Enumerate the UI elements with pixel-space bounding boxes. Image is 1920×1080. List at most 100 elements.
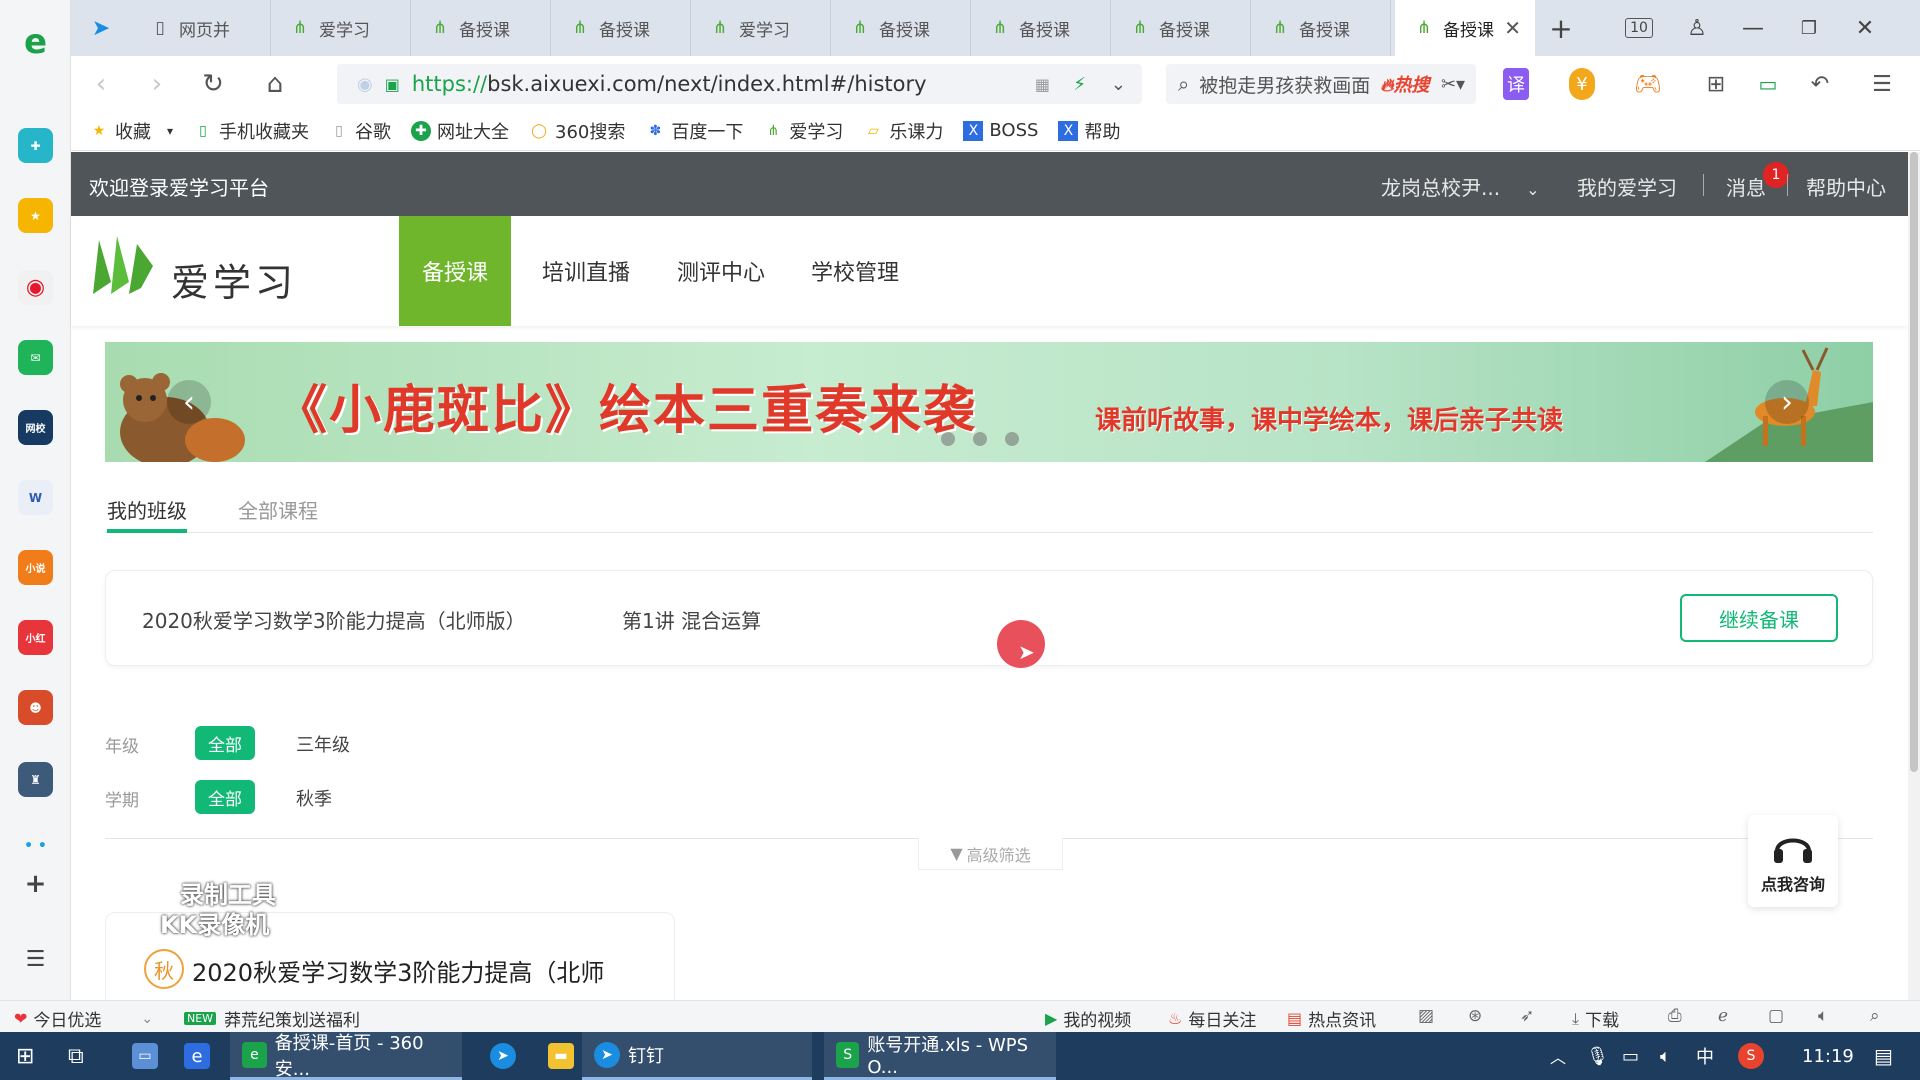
scissors-icon[interactable]: ✂▾ — [1436, 68, 1470, 100]
daily-follow[interactable]: ♨ 每日关注 — [1168, 1006, 1256, 1031]
word-doc-icon[interactable]: W — [18, 480, 53, 515]
windows-start-icon[interactable]: ⊞ — [4, 1032, 46, 1080]
nav-assessment-center[interactable]: 测评中心 — [661, 216, 781, 326]
bookmark-boss[interactable]: X BOSS — [963, 120, 1038, 141]
browser-tab[interactable]: ⋔ 备授课 — [1111, 0, 1251, 56]
browser-tab[interactable]: ⋔ 爱学习 — [691, 0, 831, 56]
new-tab-icon[interactable]: + — [1541, 10, 1581, 46]
advanced-filter-button[interactable]: ▼ 高级筛选 — [918, 838, 1063, 870]
novel-app-icon[interactable]: 小说 — [18, 550, 53, 585]
nav-training-live[interactable]: 培训直播 — [521, 216, 651, 326]
today-picks[interactable]: ❤ 今日优选 ⌄ — [14, 1006, 153, 1031]
browser-tab[interactable]: ⋔ 备授课 — [551, 0, 691, 56]
browser-tab[interactable]: ⋔ 备授课 — [831, 0, 971, 56]
ie-mode-icon[interactable]: ℯ — [1718, 1006, 1728, 1026]
taskbar-360-browser[interactable]: e 备授课-首页 - 360安... — [230, 1032, 462, 1080]
rocket-icon[interactable]: ➶ — [1520, 1006, 1534, 1026]
grade-all-pill[interactable]: 全部 — [195, 726, 255, 760]
tab-all-courses[interactable]: 全部课程 — [238, 495, 318, 524]
address-bar[interactable]: ◉ ▣ https://bsk.aixuexi.com/next/index.h… — [337, 64, 1142, 104]
browser-tab[interactable]: ⋔ 爱学习 — [271, 0, 411, 56]
back-icon[interactable]: ‹ — [83, 66, 119, 102]
chevron-down-icon[interactable]: ⌄ — [1111, 74, 1126, 95]
term-all-pill[interactable]: 全部 — [195, 780, 255, 814]
compass-icon[interactable]: ➤ — [81, 10, 121, 46]
favorites-star-icon[interactable]: ★ — [18, 198, 53, 233]
ie-browser-icon[interactable]: e — [172, 1032, 230, 1080]
grid-apps-icon[interactable]: ⊞ — [1699, 68, 1733, 100]
close-window-icon[interactable]: ✕ — [1845, 10, 1885, 46]
carousel-dot[interactable] — [973, 432, 987, 446]
zoom-icon[interactable]: ⌕ — [1870, 1006, 1880, 1026]
dingtalk-icon[interactable]: ➤ — [478, 1032, 536, 1080]
speedup-icon[interactable]: ⊛ — [1468, 1006, 1482, 1026]
user-menu[interactable]: 龙岗总校尹... ⌄ — [1381, 172, 1539, 201]
gamepad-icon[interactable]: 🎮︎ — [1631, 68, 1665, 100]
speed-mode-icon[interactable]: ⚡ — [1073, 74, 1086, 95]
taskbar-wps[interactable]: S 账号开通.xls - WPS O... — [824, 1032, 1056, 1080]
qr-code-icon[interactable]: ▦ — [1035, 75, 1050, 94]
list-menu-icon[interactable]: ☰ — [18, 942, 53, 977]
browser-logo-icon[interactable]: e — [18, 22, 53, 62]
volume-icon[interactable]: 🔈︎ — [1818, 1006, 1828, 1026]
tab-my-classes[interactable]: 我的班级 — [107, 495, 187, 524]
home-icon[interactable]: ⌂ — [257, 66, 293, 102]
page-scrollbar[interactable] — [1908, 152, 1920, 1032]
help-center-link[interactable]: 帮助中心 — [1806, 172, 1886, 201]
banner-next-icon[interactable]: › — [1765, 380, 1809, 424]
bookmark-aixuexi[interactable]: ⋔ 爱学习 — [763, 118, 844, 144]
sidebar-app-icon[interactable]: ✚ — [18, 128, 53, 163]
menu-icon[interactable]: ☰ — [1865, 68, 1899, 100]
battery-icon[interactable]: ▭ — [1610, 1032, 1651, 1080]
coupon-icon[interactable]: ¥ — [1569, 68, 1595, 100]
term-option-fall[interactable]: 秋季 — [296, 785, 332, 811]
consult-button[interactable]: 点我咨询 — [1748, 815, 1838, 907]
undo-icon[interactable]: ↶ — [1803, 68, 1837, 100]
tab-count-button[interactable]: 10 — [1619, 10, 1659, 46]
browser-tab[interactable]: ⋔ 备授课 — [971, 0, 1111, 56]
browser-tab[interactable]: ▯ 网页并 — [131, 0, 271, 56]
carousel-dot[interactable] — [941, 432, 955, 446]
aixuexi-logo-icon[interactable] — [89, 232, 159, 302]
reload-icon[interactable]: ↻ — [195, 66, 231, 102]
screenshot-icon[interactable]: ▨ — [1418, 1006, 1434, 1026]
print-icon[interactable]: ⎙ — [1668, 1006, 1682, 1026]
scrollbar-thumb[interactable] — [1910, 152, 1918, 772]
weibo-icon[interactable]: ◉ — [18, 270, 53, 305]
bookmark-baidu[interactable]: ✽ 百度一下 — [645, 118, 744, 144]
promo-banner[interactable]: 《小鹿斑比》绘本三重奏来袭 课前听故事，课中学绘本，课后亲子共读 ‹ › — [105, 342, 1873, 462]
add-icon[interactable]: + — [18, 866, 53, 901]
browser-tab-active[interactable]: ⋔ 备授课 ✕ — [1395, 0, 1535, 56]
chevron-up-icon[interactable]: ︿ — [1538, 1032, 1578, 1080]
computer-icon[interactable]: ▭ — [120, 1032, 178, 1080]
bookmark-360[interactable]: ◯ 360搜索 — [529, 118, 625, 144]
nav-school-management[interactable]: 学校管理 — [795, 216, 915, 326]
taskbar-dingtalk[interactable]: ➤ 钉钉 — [582, 1032, 812, 1080]
mail-icon[interactable]: ✉ — [18, 340, 53, 375]
minimize-icon[interactable]: — — [1733, 10, 1773, 46]
sogou-icon[interactable]: S — [1726, 1032, 1784, 1080]
bookmark-mobile[interactable]: ▯ 手机收藏夹 — [193, 118, 309, 144]
forward-icon[interactable]: › — [139, 66, 175, 102]
bookmark-sites[interactable]: ✚ 网址大全 — [411, 118, 509, 144]
translate-icon[interactable]: 译 — [1503, 68, 1529, 100]
red-app-icon[interactable]: 小红 — [18, 620, 53, 655]
grade-option-3[interactable]: 三年级 — [296, 731, 350, 757]
nav-prepare-class[interactable]: 备授课 — [399, 216, 511, 326]
ime-indicator[interactable]: 中 — [1684, 1032, 1726, 1080]
bookmark-lekeli[interactable]: ▱ 乐课力 — [863, 118, 943, 144]
messages-link[interactable]: 消息 — [1726, 172, 1766, 201]
bookmark-favorites[interactable]: ★ 收藏 ▾ — [89, 118, 173, 144]
game-app-icon-2[interactable]: ♜ — [18, 762, 53, 797]
game-app-icon[interactable]: ☻ — [18, 690, 53, 725]
notifications-icon[interactable]: ▤ — [1862, 1032, 1905, 1080]
my-aixuexi-link[interactable]: 我的爱学习 — [1577, 172, 1677, 201]
task-view-icon[interactable]: ⧉ — [56, 1032, 96, 1080]
school-app-icon[interactable]: 网校 — [18, 410, 53, 445]
hot-news[interactable]: ▤ 热点资讯 — [1287, 1006, 1376, 1031]
downloads[interactable]: ⤓ 下载 — [1572, 1006, 1619, 1032]
my-videos[interactable]: ▶ 我的视频 — [1045, 1006, 1131, 1031]
browser-tab[interactable]: ⋔ 备授课 — [1251, 0, 1391, 56]
search-input[interactable]: ⌕ 被抱走男孩获救画面 🔥︎热搜 — [1166, 64, 1476, 104]
clock[interactable]: 11:19 — [1790, 1032, 1866, 1080]
